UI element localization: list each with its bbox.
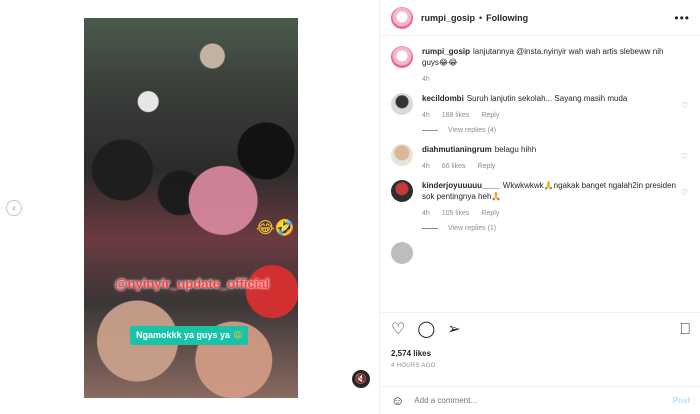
post-caption: rumpi_gosip lanjutannya @insta.nyinyir wa… [391,46,690,83]
comment-item: kecildombi Suruh lanjutin sekolah... Saya… [391,93,690,134]
reply-button[interactable]: Reply [481,112,499,119]
bookmark-icon[interactable]: ⎕ [680,322,690,338]
chevron-left-icon: ‹ [12,202,16,214]
speaker-muted-icon: 🔇 [354,373,368,385]
likes-count[interactable]: 2,574 likes [391,349,690,358]
comment-text: Suruh lanjutin sekolah... Sayang masih m… [466,94,628,103]
video-watermark-handle: @nyinyir_update_official [114,276,270,291]
action-bar: ♡ ◯ ➢ ⎕ [391,319,690,341]
author-avatar[interactable] [391,6,413,29]
caption-avatar[interactable] [391,46,413,68]
comment-username[interactable]: kinderjoyuuuuu____ [422,181,500,190]
divider-line [422,228,438,229]
view-replies-button[interactable]: View replies (4) [422,127,682,134]
comment-time[interactable]: 4h [422,163,430,170]
comment-likes[interactable]: 105 likes [442,210,470,217]
comment-avatar[interactable] [391,180,413,202]
post-sidebar: rumpi_gosip • Following ••• rumpi_gosip l… [381,0,700,414]
heart-icon[interactable]: ♡ [391,322,405,338]
emoji-icon[interactable]: ☺ [391,393,404,408]
comment-time[interactable]: 4h [422,112,430,119]
divider-line [422,130,438,131]
post-header: rumpi_gosip • Following ••• [381,0,700,36]
comment-likes[interactable]: 66 likes [442,163,466,170]
caption-time[interactable]: 4h [422,76,430,83]
video-emoji-overlay: 😂🤣 [256,220,295,237]
comment-input[interactable] [414,396,635,405]
view-replies-label: View replies (1) [448,225,497,232]
reply-button[interactable]: Reply [478,163,496,170]
comment-item-partial [391,242,690,264]
view-replies-button[interactable]: View replies (1) [422,225,682,232]
comment-likes[interactable]: 188 likes [442,112,470,119]
previous-media-button[interactable]: ‹ [6,200,22,216]
post-video[interactable]: 😂🤣 @nyinyir_update_official Ngamokkk ya … [84,18,298,398]
comment-avatar[interactable] [391,144,413,166]
comment-item: kinderjoyuuuuu____ Wkwkwkwk🙏ngakak banget… [391,180,690,232]
video-caption-sticker: Ngamokkk ya guys ya 😩 [130,326,249,345]
comment-username[interactable]: kecildombi [422,94,464,103]
reply-button[interactable]: Reply [481,210,499,217]
comment-like-heart-icon[interactable]: ♡ [681,152,688,161]
video-caption-emoji: 😩 [233,330,243,340]
add-comment-bar: ☺ Post [381,386,700,414]
view-replies-label: View replies (4) [448,127,497,134]
following-button[interactable]: Following [486,13,528,23]
comment-time[interactable]: 4h [422,210,430,217]
post-time[interactable]: 4 HOURS AGO [391,363,690,369]
share-icon[interactable]: ➢ [447,322,460,338]
post-comment-button[interactable]: Post [673,396,690,405]
mute-button[interactable]: 🔇 [352,370,370,388]
comment-like-heart-icon[interactable]: ♡ [681,101,688,110]
comment-text: belagu hihh [494,145,537,154]
comments-list[interactable]: rumpi_gosip lanjutannya @insta.nyinyir wa… [381,36,700,312]
comment-item: diahmutianingrum belagu hihh 4h 66 likes … [391,144,690,170]
video-caption-text: Ngamokkk ya guys ya [136,330,231,340]
post-actions: ♡ ◯ ➢ ⎕ 2,574 likes 4 HOURS AGO [381,312,700,369]
comment-like-heart-icon[interactable]: ♡ [681,188,688,197]
author-username[interactable]: rumpi_gosip [421,13,475,23]
caption-username[interactable]: rumpi_gosip [422,47,470,56]
more-options-icon[interactable]: ••• [674,11,690,25]
comment-avatar[interactable] [391,93,413,115]
comment-avatar[interactable] [391,242,413,264]
header-separator: • [479,12,483,23]
media-pane: ‹ 😂🤣 @nyinyir_update_official Ngamokkk y… [0,0,380,414]
comment-icon[interactable]: ◯ [417,322,435,338]
comment-username[interactable]: diahmutianingrum [422,145,492,154]
